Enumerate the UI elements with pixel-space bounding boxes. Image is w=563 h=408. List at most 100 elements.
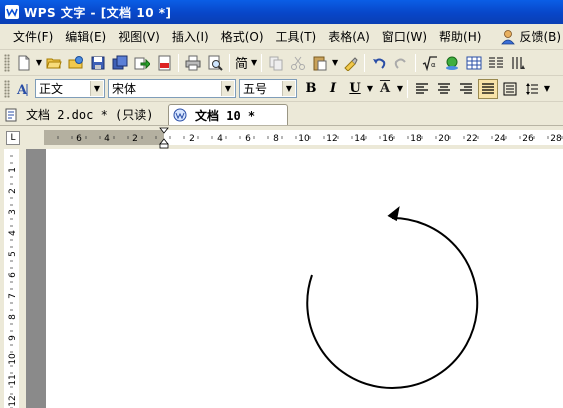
title-bar: WPS 文字 - [文档 10 *]	[0, 0, 563, 24]
tab-stop-selector[interactable]: L	[6, 131, 20, 145]
menu-format[interactable]: 格式(O)	[215, 27, 270, 47]
standard-toolbar: ▼ 简 ▼ ▼ α	[0, 50, 563, 76]
tab-document-2[interactable]: 文档 2.doc * (只读)	[0, 104, 162, 125]
style-select-value: 正文	[39, 82, 64, 96]
menu-window[interactable]: 窗口(W)	[376, 27, 433, 47]
menu-insert[interactable]: 插入(I)	[166, 27, 215, 47]
formula-sqrt-icon: α	[422, 55, 438, 71]
style-dropdown-arrow[interactable]: ▼	[90, 81, 103, 96]
workspace-background	[26, 149, 563, 408]
align-left-button[interactable]	[412, 79, 432, 99]
printer-icon	[185, 55, 201, 70]
cut-button[interactable]	[288, 53, 308, 73]
menu-help[interactable]: 帮助(H)	[433, 27, 487, 47]
columns-button[interactable]	[486, 53, 506, 73]
style-a-icon: A	[16, 83, 28, 97]
underline-button[interactable]: U	[345, 79, 365, 99]
h-ruler-label: 28	[550, 134, 562, 144]
vertical-ruler[interactable]: 1 2 3 4 5 6 7 8 9 10 11 12	[0, 149, 26, 408]
toolbar-grip-handle[interactable]	[4, 53, 10, 72]
pdf-export-icon	[158, 55, 171, 70]
h-ruler-left-label: 6	[76, 134, 82, 144]
export-button[interactable]	[132, 53, 152, 73]
new-dropdown-arrow[interactable]: ▼	[35, 58, 43, 67]
menu-view[interactable]: 视图(V)	[112, 27, 166, 47]
copy-disabled-button[interactable]	[266, 53, 286, 73]
copy-icon	[269, 56, 283, 70]
save-as-button[interactable]	[110, 53, 130, 73]
font-dropdown-arrow[interactable]: ▼	[221, 81, 234, 96]
formula-button[interactable]: α	[420, 53, 440, 73]
export-pdf-button[interactable]	[154, 53, 174, 73]
justify-icon	[482, 82, 494, 94]
simplified-dropdown-arrow[interactable]: ▼	[250, 58, 258, 67]
styles-pane-button[interactable]: A	[14, 79, 34, 99]
v-ruler-label: 4	[8, 230, 18, 236]
text-direction-button[interactable]	[508, 53, 528, 73]
toolbar-separator	[364, 53, 366, 72]
tab-document-10[interactable]: 文档 10 *	[168, 104, 288, 125]
format-painter-button[interactable]	[340, 53, 360, 73]
size-dropdown-arrow[interactable]: ▼	[282, 81, 295, 96]
simplified-chinese-button[interactable]: 简	[233, 53, 250, 72]
save-all-icon	[112, 55, 128, 69]
arrowhead-shape	[387, 206, 400, 222]
arc-arrow-shape[interactable]	[306, 216, 479, 389]
insert-table-button[interactable]	[464, 53, 484, 73]
menu-tools[interactable]: 工具(T)	[270, 27, 323, 47]
font-select-value: 宋体	[112, 82, 137, 96]
distributed-button[interactable]	[500, 79, 520, 99]
menu-edit[interactable]: 编辑(E)	[59, 27, 112, 47]
insert-shape-button[interactable]	[442, 53, 462, 73]
v-ruler-label: 1	[8, 167, 18, 173]
h-ruler-label: 24	[494, 134, 506, 144]
justify-button[interactable]	[478, 78, 498, 99]
toolbar-grip-handle-2[interactable]	[4, 79, 10, 98]
horizontal-ruler[interactable]: 6 4 2 2 4 6 8 10 12 14 16 18 20 22 24 26…	[26, 127, 563, 149]
document-tab-bar: 文档 2.doc * (只读) 文档 10 *	[0, 102, 563, 126]
menu-feedback-label: 反馈(B)	[519, 29, 562, 44]
menu-feedback[interactable]: 反馈(B)	[494, 27, 563, 47]
align-right-button[interactable]	[456, 79, 476, 99]
line-spacing-dropdown-arrow[interactable]: ▼	[543, 84, 551, 93]
svg-text:α: α	[431, 61, 436, 69]
open-folder-icon	[46, 58, 62, 68]
font-size-select[interactable]: 五号 ▼	[239, 79, 297, 98]
italic-button[interactable]: I	[323, 79, 343, 99]
font-select[interactable]: 宋体 ▼	[108, 79, 236, 98]
h-ruler-label: 6	[245, 134, 251, 144]
h-ruler-label: 4	[217, 134, 223, 144]
undo-arrow-icon	[373, 58, 386, 69]
h-ruler-label: 20	[438, 134, 450, 144]
open-button[interactable]	[44, 53, 64, 73]
save-disk-icon	[91, 56, 105, 69]
redo-button[interactable]	[391, 53, 411, 73]
save-button[interactable]	[88, 53, 108, 73]
bold-button[interactable]: B	[301, 79, 321, 99]
globe-people-icon	[446, 56, 459, 70]
h-ruler-label: 8	[273, 134, 279, 144]
svg-text:A: A	[16, 83, 28, 97]
line-spacing-button[interactable]	[522, 79, 542, 99]
toolbar-separator	[178, 53, 179, 72]
style-select[interactable]: 正文 ▼	[35, 79, 105, 98]
font-color-dropdown-arrow[interactable]: ▼	[396, 84, 404, 93]
open-remote-button[interactable]	[66, 53, 86, 73]
document-page[interactable]	[46, 149, 563, 408]
feedback-person-icon	[501, 29, 516, 44]
print-button[interactable]	[183, 53, 203, 73]
menu-table[interactable]: 表格(A)	[322, 27, 376, 47]
print-preview-button[interactable]	[205, 53, 225, 73]
menu-file[interactable]: 文件(F)	[7, 27, 59, 47]
paste-dropdown-arrow[interactable]: ▼	[331, 58, 339, 67]
v-ruler-label: 9	[8, 335, 18, 341]
new-button[interactable]	[14, 53, 34, 73]
tab-document-2-label: 文档 2.doc * (只读)	[26, 108, 154, 122]
undo-button[interactable]	[369, 53, 389, 73]
paste-button[interactable]	[310, 53, 330, 73]
align-center-button[interactable]	[434, 79, 454, 99]
drawing-canvas	[306, 206, 479, 389]
h-ruler-left-label: 2	[132, 134, 138, 144]
font-color-button[interactable]: A	[375, 79, 395, 99]
underline-dropdown-arrow[interactable]: ▼	[366, 84, 374, 93]
